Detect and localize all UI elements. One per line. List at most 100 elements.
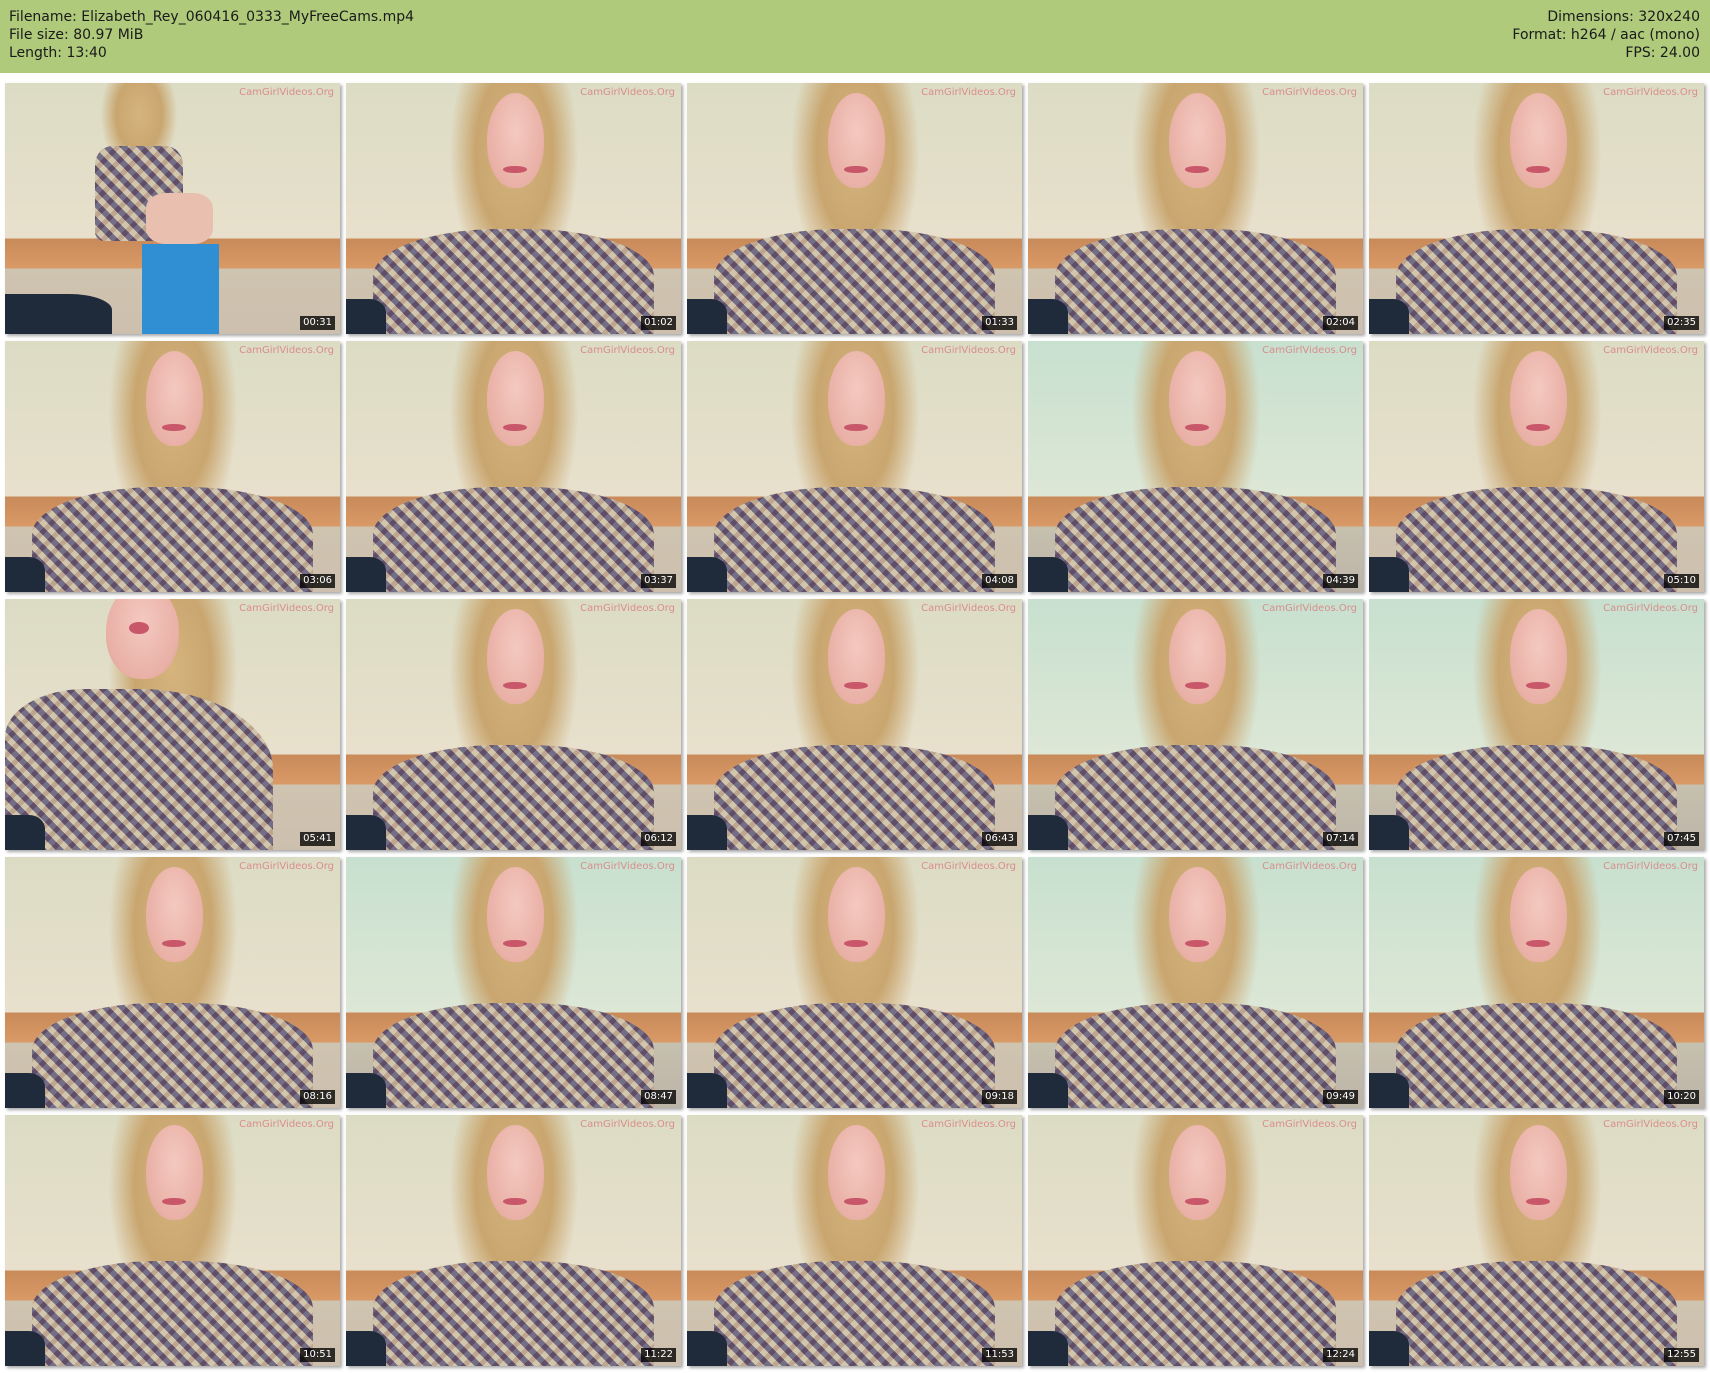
frame-face-shape	[1509, 867, 1567, 963]
video-frame-image	[1369, 341, 1704, 592]
video-thumbnail[interactable]: CamGirlVideos.Org 11:22	[346, 1115, 681, 1366]
video-thumbnail[interactable]: CamGirlVideos.Org 11:53	[687, 1115, 1022, 1366]
video-thumbnail[interactable]: CamGirlVideos.Org 05:41	[5, 599, 340, 850]
frame-chair-shape	[5, 814, 46, 850]
frame-shirt-shape	[31, 486, 314, 592]
frame-face-shape	[145, 351, 203, 447]
frame-face-shape	[827, 867, 885, 963]
video-frame-image	[687, 83, 1022, 334]
video-thumbnail[interactable]: CamGirlVideos.Org 12:24	[1028, 1115, 1363, 1366]
watermark-text: CamGirlVideos.Org	[239, 87, 334, 98]
video-frame-image	[346, 83, 681, 334]
timestamp-label: 03:06	[300, 574, 335, 588]
frame-face-shape	[105, 599, 180, 680]
frame-face-shape	[486, 93, 544, 189]
watermark-text: CamGirlVideos.Org	[580, 345, 675, 356]
timestamp-label: 03:37	[641, 574, 676, 588]
frame-face-shape	[1168, 867, 1226, 963]
video-thumbnail[interactable]: CamGirlVideos.Org 10:51	[5, 1115, 340, 1366]
video-thumbnail[interactable]: CamGirlVideos.Org 05:10	[1369, 341, 1704, 592]
frame-shirt-shape	[1054, 1002, 1337, 1108]
video-frame-image	[1369, 83, 1704, 334]
watermark-text: CamGirlVideos.Org	[1262, 87, 1357, 98]
watermark-text: CamGirlVideos.Org	[1603, 87, 1698, 98]
timestamp-label: 05:10	[1664, 574, 1699, 588]
video-thumbnail[interactable]: CamGirlVideos.Org 03:37	[346, 341, 681, 592]
frame-face-shape	[1509, 351, 1567, 447]
video-thumbnail[interactable]: CamGirlVideos.Org 06:43	[687, 599, 1022, 850]
video-thumbnail[interactable]: CamGirlVideos.Org 09:18	[687, 857, 1022, 1108]
frame-face-shape	[486, 867, 544, 963]
frame-chair-shape	[687, 814, 728, 850]
frame-chair-shape	[5, 1072, 46, 1108]
video-thumbnail[interactable]: CamGirlVideos.Org 02:04	[1028, 83, 1363, 334]
frame-face-shape	[1509, 93, 1567, 189]
frame-shirt-shape	[372, 1260, 655, 1366]
file-info-block: Filename: Elizabeth_Rey_060416_0333_MyFr…	[9, 8, 414, 62]
timestamp-label: 06:43	[982, 832, 1017, 846]
timestamp-label: 12:24	[1323, 1348, 1358, 1362]
video-thumbnail[interactable]: CamGirlVideos.Org 10:20	[1369, 857, 1704, 1108]
frame-shirt-shape	[1054, 744, 1337, 850]
video-thumbnail[interactable]: CamGirlVideos.Org 09:49	[1028, 857, 1363, 1108]
timestamp-label: 10:51	[300, 1348, 335, 1362]
video-thumbnail[interactable]: CamGirlVideos.Org 07:45	[1369, 599, 1704, 850]
frame-face-shape	[827, 1125, 885, 1221]
video-frame-image	[5, 857, 340, 1108]
video-thumbnail[interactable]: CamGirlVideos.Org 04:08	[687, 341, 1022, 592]
video-frame-image	[1369, 1115, 1704, 1366]
watermark-text: CamGirlVideos.Org	[921, 603, 1016, 614]
frame-chair-shape	[687, 1330, 728, 1366]
frame-chair-shape	[346, 1330, 387, 1366]
video-frame-image	[687, 857, 1022, 1108]
frame-chair-shape	[1369, 556, 1410, 592]
frame-chair-shape	[687, 298, 728, 334]
frame-chair-shape	[1028, 814, 1069, 850]
timestamp-label: 02:35	[1664, 316, 1699, 330]
video-thumbnail[interactable]: CamGirlVideos.Org 08:16	[5, 857, 340, 1108]
filename-text: Filename: Elizabeth_Rey_060416_0333_MyFr…	[9, 9, 415, 25]
video-thumbnail[interactable]: CamGirlVideos.Org 00:31	[5, 83, 340, 334]
video-thumbnail[interactable]: CamGirlVideos.Org 06:12	[346, 599, 681, 850]
video-frame-image	[1369, 857, 1704, 1108]
video-thumbnail[interactable]: CamGirlVideos.Org 07:14	[1028, 599, 1363, 850]
frame-face-shape	[1168, 93, 1226, 189]
frame-shirt-shape	[1395, 1260, 1678, 1366]
dimensions-text: Dimensions: 320x240	[1547, 9, 1700, 25]
video-frame-image	[1028, 341, 1363, 592]
watermark-text: CamGirlVideos.Org	[1603, 861, 1698, 872]
video-thumbnail[interactable]: CamGirlVideos.Org 03:06	[5, 341, 340, 592]
watermark-text: CamGirlVideos.Org	[580, 87, 675, 98]
frame-chair-shape	[346, 1072, 387, 1108]
timestamp-label: 09:49	[1323, 1090, 1358, 1104]
frame-shirt-shape	[372, 486, 655, 592]
frame-chair-shape	[346, 556, 387, 592]
watermark-text: CamGirlVideos.Org	[1262, 603, 1357, 614]
timestamp-label: 02:04	[1323, 316, 1358, 330]
video-frame-image	[1028, 857, 1363, 1108]
timestamp-label: 01:33	[982, 316, 1017, 330]
video-thumbnail[interactable]: CamGirlVideos.Org 08:47	[346, 857, 681, 1108]
video-thumbnail[interactable]: CamGirlVideos.Org 12:55	[1369, 1115, 1704, 1366]
video-thumbnail[interactable]: CamGirlVideos.Org 01:33	[687, 83, 1022, 334]
video-frame-image	[5, 599, 340, 850]
frame-chair-shape	[687, 1072, 728, 1108]
video-thumbnail[interactable]: CamGirlVideos.Org 01:02	[346, 83, 681, 334]
length-text: Length: 13:40	[9, 45, 107, 61]
format-text: Format: h264 / aac (mono)	[1512, 27, 1700, 43]
video-frame-image	[687, 1115, 1022, 1366]
frame-shirt-shape	[713, 228, 996, 334]
timestamp-label: 01:02	[641, 316, 676, 330]
frame-face-shape	[145, 1125, 203, 1221]
video-thumbnail[interactable]: CamGirlVideos.Org 04:39	[1028, 341, 1363, 592]
watermark-text: CamGirlVideos.Org	[1603, 1119, 1698, 1130]
video-frame-image	[5, 341, 340, 592]
video-frame-image	[1028, 1115, 1363, 1366]
video-thumbnail[interactable]: CamGirlVideos.Org 02:35	[1369, 83, 1704, 334]
frame-chair-shape	[1028, 556, 1069, 592]
timestamp-label: 08:47	[641, 1090, 676, 1104]
frame-face-shape	[1168, 1125, 1226, 1221]
watermark-text: CamGirlVideos.Org	[580, 1119, 675, 1130]
video-info-header: Filename: Elizabeth_Rey_060416_0333_MyFr…	[0, 0, 1710, 73]
frame-face-shape	[1168, 351, 1226, 447]
